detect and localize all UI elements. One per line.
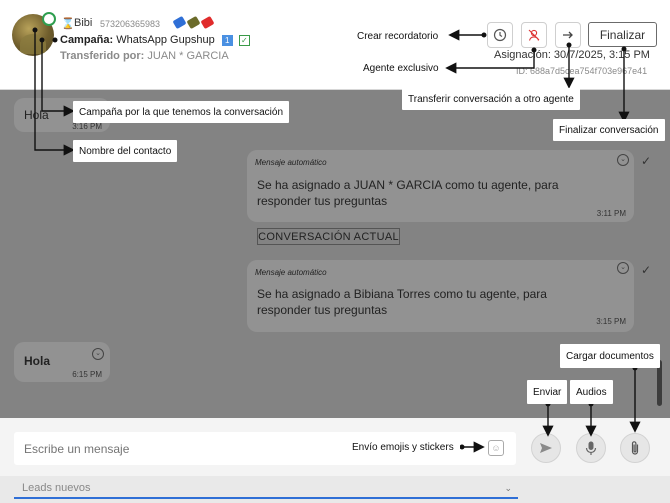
callout-send: Enviar xyxy=(527,380,568,404)
lead-status-value: Leads nuevos xyxy=(22,482,91,494)
hourglass-icon: ⌛ xyxy=(61,18,75,30)
transfer-button[interactable] xyxy=(555,22,581,48)
assignment-id: ID: 688a7d5cea754f703e967e41 xyxy=(516,66,648,76)
message-time: 3:11 PM xyxy=(596,209,626,218)
microphone-icon xyxy=(585,441,597,455)
callout-reminder: Crear recordatorio xyxy=(351,25,445,47)
message-time: 3:15 PM xyxy=(596,317,626,326)
send-icon xyxy=(540,443,552,453)
campaign-name: WhatsApp Gupshup xyxy=(116,34,215,46)
finalize-button[interactable]: Finalizar xyxy=(588,22,657,47)
message-text-line1: Se ha asignado a JUAN * GARCIA como tu a… xyxy=(257,178,559,192)
tag-icon[interactable] xyxy=(200,15,215,30)
message-text: Hola xyxy=(24,108,49,122)
whatsapp-status-icon xyxy=(42,12,56,26)
create-reminder-button[interactable] xyxy=(487,22,513,48)
conversation-divider: CONVERSACIÓN ACTUAL xyxy=(257,228,400,245)
callout-emoji: Envío emojis y stickers xyxy=(346,436,460,458)
message-text-line1: Se ha asignado a Bibiana Torres como tu … xyxy=(257,287,547,301)
callout-campaign: Campaña por la que tenemos la conversaci… xyxy=(73,101,290,123)
callout-audio: Audios xyxy=(570,380,613,404)
checkmark-icon: ✓ xyxy=(641,263,652,277)
callout-attach: Cargar documentos xyxy=(560,344,660,368)
chat-header: ⌛ Bibi 573206365983 Campaña: WhatsApp Gu… xyxy=(0,0,670,90)
callout-exclusive: Agente exclusivo xyxy=(357,57,445,79)
callout-transfer: Transferir conversación a otro agente xyxy=(402,88,580,110)
auto-message-label: Mensaje automático xyxy=(255,268,327,277)
send-button[interactable] xyxy=(531,433,561,463)
assignment-date: Asignación: 30/7/2025, 3:15 PM xyxy=(494,49,650,61)
auto-message-label: Mensaje automático xyxy=(255,158,327,167)
agent-exclusive-icon xyxy=(528,29,540,41)
chevron-down-icon[interactable]: ⌄ xyxy=(92,348,104,360)
tag-icon[interactable] xyxy=(172,15,187,30)
message-bubble-outgoing: Mensaje automático Se ha asignado a JUAN… xyxy=(247,150,634,222)
contact-phone: 573206365983 xyxy=(100,19,161,29)
checkbox-icon: ✓ xyxy=(238,34,250,46)
message-text-line2: responder tus preguntas xyxy=(257,303,388,317)
campaign-line: Campaña: WhatsApp Gupshup 1 ✓ xyxy=(60,34,250,46)
contact-tags xyxy=(172,15,215,30)
transfer-agent: JUAN * GARCIA xyxy=(147,50,229,62)
callout-finalize: Finalizar conversación xyxy=(553,119,665,141)
arrow-right-icon xyxy=(563,31,573,39)
tag-icon[interactable] xyxy=(186,15,201,30)
audio-button[interactable] xyxy=(576,433,606,463)
message-bubble-incoming: Hola 6:15 PM ⌄ xyxy=(14,342,110,382)
composer: ☺ xyxy=(0,418,670,476)
campaign-count-badge: 1 xyxy=(221,34,233,46)
callout-contact: Nombre del contacto xyxy=(73,140,178,162)
transfer-label: Transferido por: xyxy=(60,50,145,62)
contact-name: Bibi xyxy=(74,17,93,29)
paperclip-icon xyxy=(631,441,639,455)
clock-icon xyxy=(493,28,507,42)
checkmark-icon: ✓ xyxy=(641,154,652,168)
footer-bar: Leads nuevos ⌄ xyxy=(0,476,670,503)
lead-status-select[interactable]: Leads nuevos ⌄ xyxy=(14,479,518,499)
transfer-line: Transferido por: JUAN * GARCIA xyxy=(60,50,229,62)
chevron-down-icon: ⌄ xyxy=(504,483,512,493)
message-bubble-outgoing: Mensaje automático Se ha asignado a Bibi… xyxy=(247,260,634,332)
message-time: 6:15 PM xyxy=(72,370,102,379)
exclusive-agent-button[interactable] xyxy=(521,22,547,48)
chevron-down-icon[interactable]: ⌄ xyxy=(617,154,629,166)
message-text: Hola xyxy=(24,354,51,368)
chevron-down-icon[interactable]: ⌄ xyxy=(617,262,629,274)
message-text-line2: responder tus preguntas xyxy=(257,194,388,208)
emoji-icon[interactable]: ☺ xyxy=(488,440,504,456)
attach-button[interactable] xyxy=(620,433,650,463)
message-time: 3:16 PM xyxy=(72,122,102,131)
campaign-label: Campaña: xyxy=(60,34,114,46)
